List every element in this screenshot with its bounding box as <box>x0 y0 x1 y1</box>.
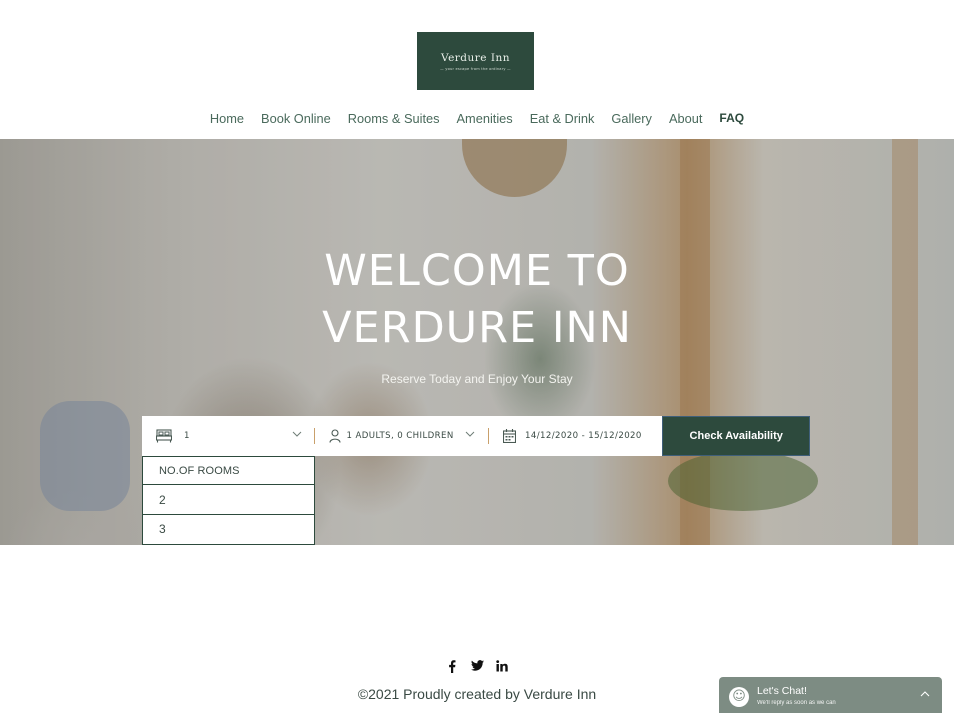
nav-item-eat-drink[interactable]: Eat & Drink <box>521 111 603 126</box>
nav-item-book-online[interactable]: Book Online <box>253 111 340 126</box>
dates-picker[interactable]: 14/12/2020 - 15/12/2020 <box>489 416 662 456</box>
rooms-select[interactable]: 1 <box>142 416 314 456</box>
twitter-icon[interactable] <box>470 660 484 676</box>
chevron-down-icon <box>292 429 302 440</box>
calendar-icon <box>502 429 516 443</box>
dates-value: 14/12/2020 - 15/12/2020 <box>524 431 642 441</box>
main-nav: Home Book Online Rooms & Suites Amenitie… <box>0 108 954 128</box>
person-icon <box>329 429 342 443</box>
chat-bubble-icon: ☺ <box>729 687 749 707</box>
nav-item-home[interactable]: Home <box>201 111 252 126</box>
logo[interactable]: Verdure Inn your escape from the ordinar… <box>417 32 534 90</box>
social-links <box>0 660 954 676</box>
bed-icon <box>156 429 172 443</box>
nav-item-about[interactable]: About <box>660 111 710 126</box>
nav-item-rooms-suites[interactable]: Rooms & Suites <box>339 111 448 126</box>
linkedin-icon[interactable] <box>496 660 509 676</box>
rooms-dropdown: NO.OF ROOMS 2 3 <box>142 456 315 545</box>
rooms-option[interactable]: 2 <box>143 485 314 515</box>
facebook-icon[interactable] <box>446 660 459 676</box>
chat-title: Let's Chat! <box>757 685 807 697</box>
rooms-option[interactable]: 3 <box>143 515 314 542</box>
chat-subtitle: We'll reply as soon as we can <box>757 700 836 706</box>
nav-item-gallery[interactable]: Gallery <box>603 111 661 126</box>
logo-tagline: your escape from the ordinary <box>440 67 511 71</box>
hero-title: WELCOME TO VERDURE INN <box>322 246 632 353</box>
guests-select[interactable]: 1 ADULTS, 0 CHILDREN <box>315 416 487 456</box>
booking-bar: 1 1 ADULTS, 0 CHILDREN 14/12/2020 - 15/1… <box>142 416 810 456</box>
chat-widget[interactable]: ☺ Let's Chat! We'll reply as soon as we … <box>719 677 942 713</box>
guests-value: 1 ADULTS, 0 CHILDREN <box>346 431 454 441</box>
rooms-dropdown-header: NO.OF ROOMS <box>143 457 314 485</box>
hero-subtitle: Reserve Today and Enjoy Your Stay <box>381 372 573 386</box>
nav-item-faq[interactable]: FAQ <box>711 111 753 125</box>
chevron-up-icon[interactable] <box>920 689 930 700</box>
check-availability-button[interactable]: Check Availability <box>662 416 810 456</box>
chevron-down-icon <box>465 429 475 440</box>
rooms-value: 1 <box>184 431 190 441</box>
logo-name: Verdure Inn <box>440 51 511 64</box>
nav-item-amenities[interactable]: Amenities <box>448 111 521 126</box>
